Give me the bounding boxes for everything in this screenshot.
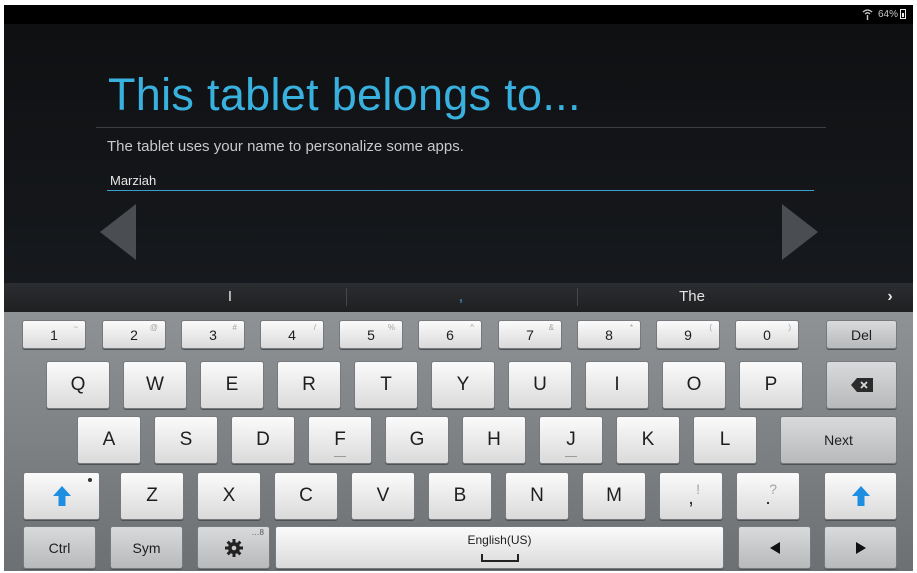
key-0[interactable]: 0) xyxy=(735,320,799,349)
key-n[interactable]: N xyxy=(505,472,569,520)
key-t[interactable]: T xyxy=(354,361,418,409)
delete-key[interactable]: Del xyxy=(826,320,897,349)
battery-percentage: 64% xyxy=(878,9,899,20)
key-h[interactable]: H xyxy=(462,416,526,464)
sym-key[interactable]: Sym xyxy=(110,526,183,569)
key-z[interactable]: Z xyxy=(120,472,184,520)
next-arrow-button[interactable] xyxy=(780,204,820,260)
owner-setup-panel: This tablet belongs to... The tablet use… xyxy=(4,24,913,283)
caps-indicator xyxy=(88,478,92,482)
comma-key[interactable]: ,! xyxy=(659,472,723,520)
key-y[interactable]: Y xyxy=(431,361,495,409)
key-o[interactable]: O xyxy=(662,361,726,409)
key-s[interactable]: S xyxy=(154,416,218,464)
key-x[interactable]: X xyxy=(197,472,261,520)
key-l[interactable]: L xyxy=(693,416,757,464)
key-r[interactable]: R xyxy=(277,361,341,409)
key-d[interactable]: D xyxy=(231,416,295,464)
key-c[interactable]: C xyxy=(274,472,338,520)
key-5[interactable]: 5% xyxy=(339,320,403,349)
gear-icon xyxy=(224,538,243,557)
key-f[interactable]: F xyxy=(308,416,372,464)
key-8[interactable]: 8 * xyxy=(577,320,641,349)
on-screen-keyboard: 1 ~ 2 @ 3 # 4/ 5% 6 ^ 7 & 8 * 9( 0) Del Q W E … xyxy=(4,312,913,571)
key-m[interactable]: M xyxy=(582,472,646,520)
page-title: This tablet belongs to... xyxy=(108,69,581,120)
key-e[interactable]: E xyxy=(200,361,264,409)
key-1[interactable]: 1 ~ xyxy=(22,320,86,349)
shift-arrow-icon xyxy=(851,486,870,506)
cursor-right-icon xyxy=(855,541,866,554)
key-2[interactable]: 2 @ xyxy=(102,320,166,349)
shift-key-left[interactable] xyxy=(23,472,100,520)
key-q[interactable]: Q xyxy=(46,361,110,409)
key-4[interactable]: 4/ xyxy=(260,320,324,349)
cursor-left-key[interactable] xyxy=(738,526,811,569)
key-a[interactable]: A xyxy=(77,416,141,464)
key-9[interactable]: 9( xyxy=(656,320,720,349)
shift-arrow-icon xyxy=(52,486,71,506)
battery-icon xyxy=(900,9,906,19)
period-key[interactable]: .? xyxy=(736,472,800,520)
key-v[interactable]: V xyxy=(351,472,415,520)
space-bar[interactable]: English(US) xyxy=(275,526,724,569)
key-b[interactable]: B xyxy=(428,472,492,520)
key-j[interactable]: J xyxy=(539,416,603,464)
ctrl-key[interactable]: Ctrl xyxy=(23,526,96,569)
language-label: English(US) xyxy=(467,533,532,547)
previous-arrow-button[interactable] xyxy=(100,204,140,260)
title-divider xyxy=(96,127,826,128)
next-key[interactable]: Next xyxy=(780,416,897,464)
backspace-icon xyxy=(850,378,873,392)
key-u[interactable]: U xyxy=(508,361,572,409)
tablet-screen: 64% This tablet belongs to... The tablet… xyxy=(4,5,913,571)
key-k[interactable]: K xyxy=(616,416,680,464)
key-3[interactable]: 3 # xyxy=(181,320,245,349)
key-i[interactable]: I xyxy=(585,361,649,409)
subtitle-text: The tablet uses your name to personalize… xyxy=(107,138,464,155)
key-6[interactable]: 6 ^ xyxy=(418,320,482,349)
owner-name-input[interactable] xyxy=(107,170,814,191)
suggestion-item[interactable]: , xyxy=(346,283,576,312)
space-bar-icon xyxy=(480,554,519,562)
shift-key-right[interactable] xyxy=(824,472,897,520)
backspace-key[interactable] xyxy=(826,361,897,409)
key-g[interactable]: G xyxy=(385,416,449,464)
wifi-icon xyxy=(862,9,873,20)
key-p[interactable]: P xyxy=(739,361,803,409)
key-w[interactable]: W xyxy=(123,361,187,409)
key-7[interactable]: 7 & xyxy=(498,320,562,349)
suggestion-bar: I , The › xyxy=(4,283,913,312)
settings-key[interactable]: …8 xyxy=(197,526,270,569)
status-bar: 64% xyxy=(4,5,913,24)
suggestion-item[interactable]: The xyxy=(577,283,807,312)
more-suggestions-chevron[interactable]: › xyxy=(876,283,904,312)
cursor-left-icon xyxy=(769,541,780,554)
cursor-right-key[interactable] xyxy=(824,526,897,569)
